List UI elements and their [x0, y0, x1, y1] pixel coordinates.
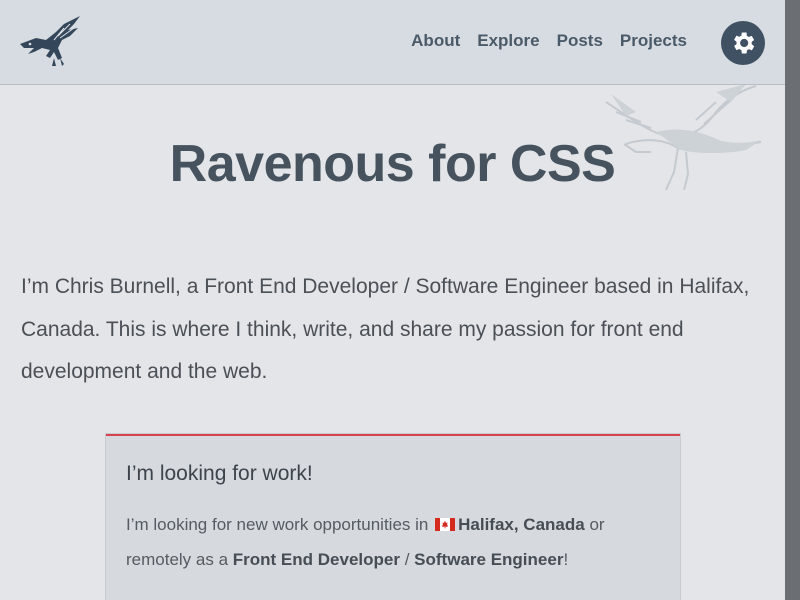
callout-text: I’m looking for new work opportunities i…	[126, 507, 666, 577]
intro-text: I’m Chris Burnell, a Front End Developer…	[21, 275, 750, 383]
settings-button[interactable]	[721, 21, 765, 65]
nav-link-projects[interactable]: Projects	[620, 31, 687, 51]
page: About Explore Posts Projects Ravenous fo…	[0, 0, 785, 600]
callout-role-front-end: Front End Developer	[232, 550, 400, 569]
page-title: Ravenous for CSS	[169, 135, 616, 193]
nav-link-about[interactable]: About	[411, 31, 460, 51]
site-header: About Explore Posts Projects	[0, 0, 785, 85]
callout-suffix: !	[563, 550, 569, 569]
callout-role-software: Software Engineer	[414, 550, 564, 569]
callout-prefix: I’m looking for new work opportunities i…	[126, 515, 429, 534]
raven-logo[interactable]	[18, 14, 84, 70]
gear-icon	[734, 32, 755, 54]
nav-link-posts[interactable]: Posts	[557, 31, 603, 51]
canada-flag-icon	[435, 508, 456, 531]
work-callout: I’m looking for work! I’m looking for ne…	[106, 434, 680, 600]
scrollbar-thumb[interactable]	[785, 0, 800, 600]
callout-title: I’m looking for work!	[126, 462, 313, 485]
main-nav: About Explore Posts Projects	[411, 31, 687, 51]
callout-location: Halifax, Canada	[458, 515, 585, 534]
callout-separator: /	[404, 550, 410, 569]
scrollbar-track[interactable]	[785, 0, 800, 600]
nav-link-explore[interactable]: Explore	[477, 31, 539, 51]
